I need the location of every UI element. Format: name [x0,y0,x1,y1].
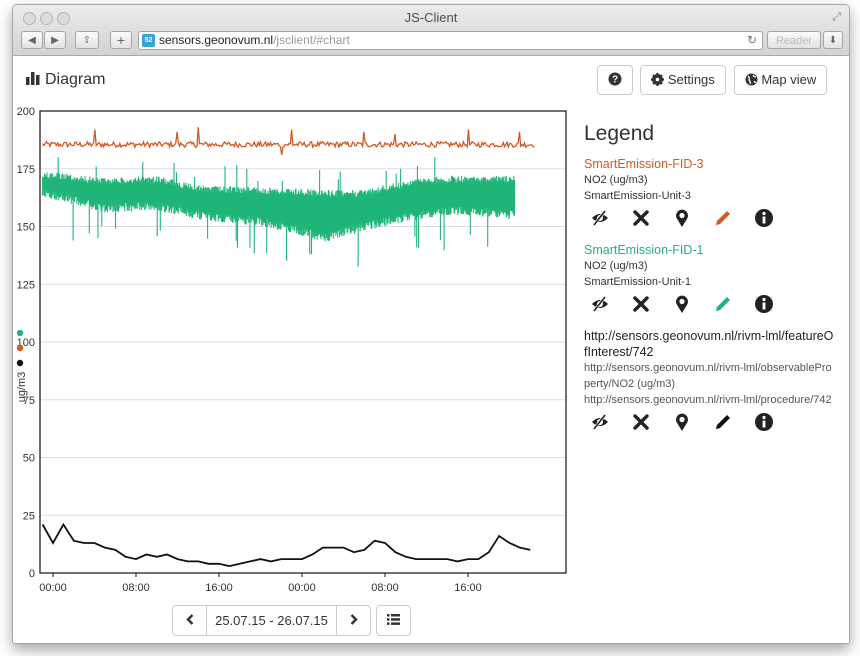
legend-item-name: http://sensors.geonovum.nl/rivm-lml/feat… [584,329,834,359]
x-tick-label: 00:00 [39,582,67,594]
reader-button[interactable]: Reader [767,31,821,49]
info-icon[interactable] [754,412,774,432]
forward-button[interactable]: ▶ [44,31,66,49]
chart-grid [40,110,566,574]
hide-series-icon[interactable] [590,208,610,228]
x-tick-label: 16:00 [454,582,482,594]
list-icon [387,614,400,625]
x-tick-label: 08:00 [371,582,399,594]
legend-item[interactable]: http://sensors.geonovum.nl/rivm-lml/feat… [584,328,834,432]
series-color-dot [16,344,24,352]
remove-series-icon[interactable] [631,208,651,228]
y-axis-series-dots [16,329,24,367]
url-path: /jsclient/#chart [273,33,350,47]
legend-item-actions [584,208,834,228]
series-color-dot [16,329,24,337]
back-button[interactable]: ◀ [21,31,43,49]
series-line-2 [42,157,516,267]
x-tick-label: 00:00 [288,582,316,594]
date-range-display[interactable]: 25.07.15 - 26.07.15 [206,605,337,636]
remove-series-icon[interactable] [631,412,651,432]
url-text: sensors.geonovum.nl/jsclient/#chart [159,32,350,49]
address-bar[interactable]: 52 sensors.geonovum.nl/jsclient/#chart ↻ [138,31,763,50]
site-favicon-icon: 52 [142,34,155,47]
y-tick-label: 150 [17,222,35,234]
hide-series-icon[interactable] [590,412,610,432]
share-button[interactable]: ⇪ [75,31,99,49]
x-tick-labels: 00:00 08:00 16:00 00:00 08:00 16:00 [39,573,482,594]
legend-item-procedure: http://sensors.geonovum.nl/rivm-lml/proc… [584,394,832,406]
downloads-button[interactable]: ⬇ [823,31,843,49]
reload-icon[interactable]: ↻ [747,32,757,49]
map-marker-icon[interactable] [672,294,692,314]
remove-series-icon[interactable] [631,294,651,314]
legend-item-phenomenon: NO2 (ug/m3) [584,174,648,186]
x-tick-label: 16:00 [205,582,233,594]
info-icon[interactable] [754,208,774,228]
next-period-button[interactable] [336,605,371,636]
page-content: Diagram ? Settings Map view 0 25 50 75 1… [13,56,849,643]
legend-item[interactable]: SmartEmission-FID-1 NO2 (ug/m3) SmartEmiss… [584,242,834,314]
legend-panel: Legend SmartEmission-FID-3 NO2 (ug/m3) Sma… [584,122,834,446]
info-icon[interactable] [754,294,774,314]
period-list-button[interactable] [376,605,411,636]
x-tick-label: 08:00 [122,582,150,594]
fullscreen-icon[interactable]: ⤢ [832,11,841,24]
legend-item-procedure: SmartEmission-Unit-1 [584,276,691,288]
browser-window: JS-Client ⤢ ◀ ▶ ⇪ + 52 sensors.geonovum.… [12,4,850,644]
legend-item-phenomenon: NO2 (ug/m3) [584,260,648,272]
legend-item-actions [584,294,834,314]
legend-item[interactable]: SmartEmission-FID-3 NO2 (ug/m3) SmartEmiss… [584,156,834,228]
map-marker-icon[interactable] [672,208,692,228]
hide-series-icon[interactable] [590,294,610,314]
series-line-1 [42,127,535,155]
edit-style-icon[interactable] [713,208,733,228]
legend-item-procedure: SmartEmission-Unit-3 [584,190,691,202]
series-color-dot [16,359,24,367]
y-tick-label: 0 [29,568,35,580]
previous-period-button[interactable] [172,605,207,636]
legend-title: Legend [584,122,655,145]
map-marker-icon[interactable] [672,412,692,432]
y-axis-label: ug/m3 [16,372,28,403]
y-tick-label: 125 [17,279,35,291]
new-tab-button[interactable]: + [110,31,132,49]
series-line-3 [41,522,531,568]
y-tick-label: 25 [23,510,35,522]
y-tick-label: 50 [23,453,35,465]
chevron-right-icon [350,614,358,625]
legend-items: SmartEmission-FID-3 NO2 (ug/m3) SmartEmiss… [584,156,834,432]
y-tick-label: 200 [17,106,35,118]
y-tick-label: 175 [17,164,35,176]
edit-style-icon[interactable] [713,412,733,432]
window-title: JS-Client [404,10,458,25]
url-host: sensors.geonovum.nl [159,33,274,47]
title-bar: JS-Client ⤢ ◀ ▶ ⇪ + 52 sensors.geonovum.… [13,5,849,56]
y-tick-labels: 0255075100125150175200 [17,106,35,580]
edit-style-icon[interactable] [713,294,733,314]
legend-item-name: SmartEmission-FID-1 [584,243,704,257]
chevron-left-icon [185,614,193,625]
legend-item-phenomenon: http://sensors.geonovum.nl/rivm-lml/obse… [584,362,832,390]
chart-series [41,127,535,568]
legend-item-actions [584,412,834,432]
legend-item-name: SmartEmission-FID-3 [584,157,704,171]
